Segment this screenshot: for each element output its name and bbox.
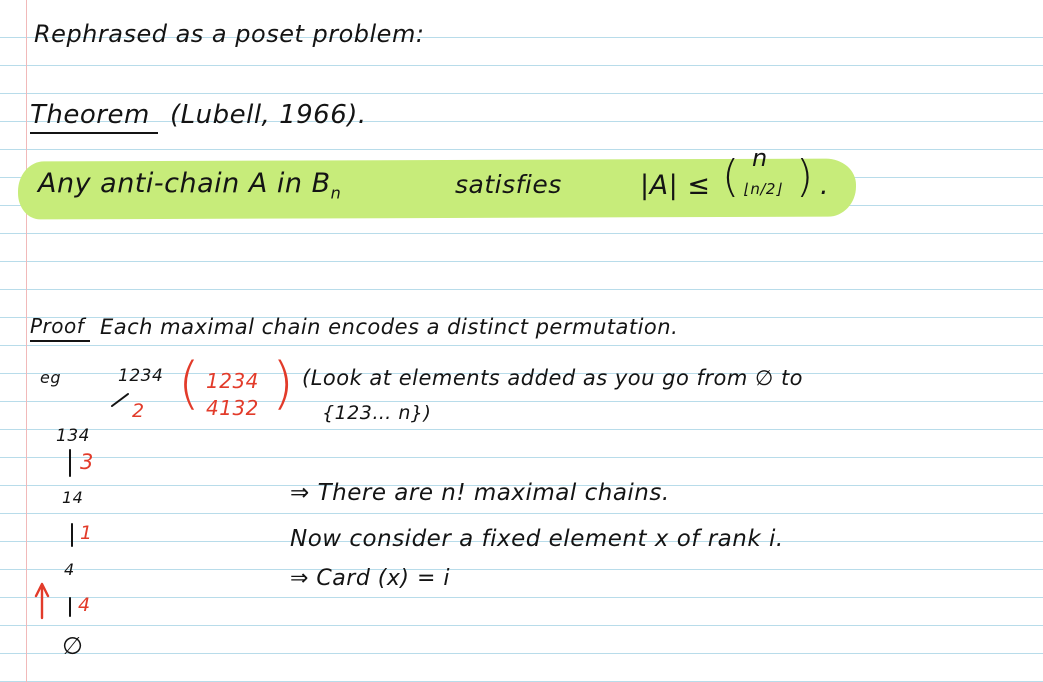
pen-strokes <box>34 393 129 620</box>
notebook-page: Rephrased as a poset problem: Theorem (L… <box>0 0 1043 682</box>
chain-connector-1 <box>111 393 129 407</box>
up-arrow-icon <box>34 582 50 620</box>
